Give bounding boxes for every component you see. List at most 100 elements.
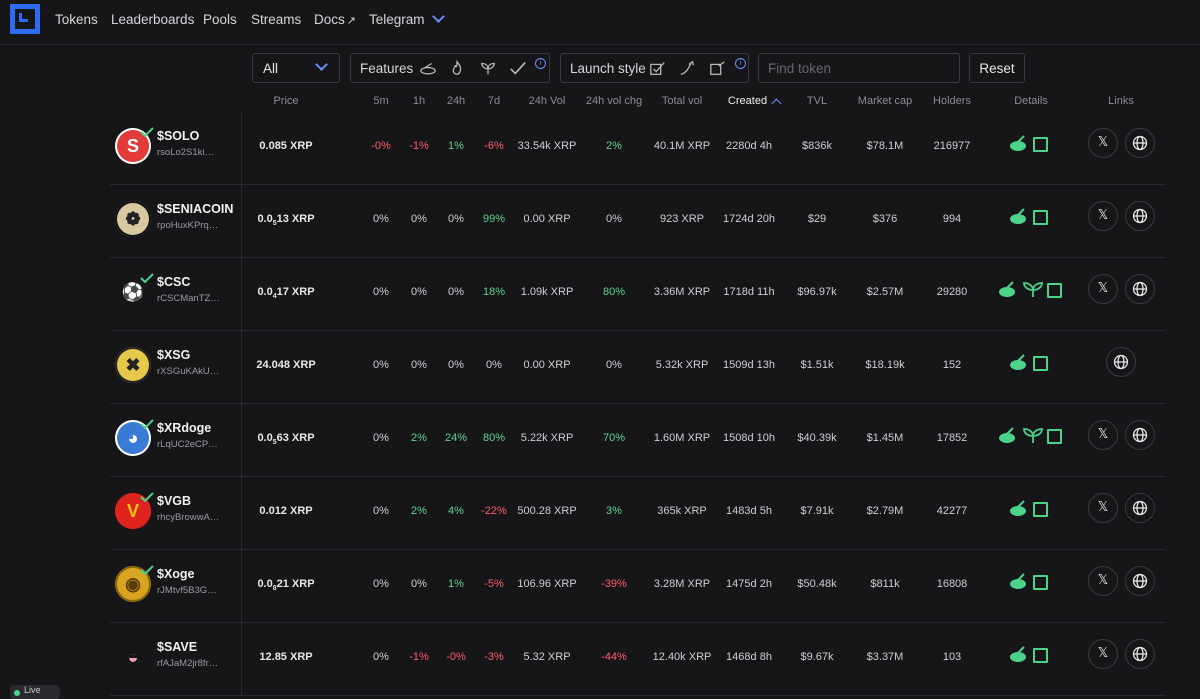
col-market-cap[interactable]: Market cap <box>858 95 912 107</box>
change-7d: 80% <box>482 432 506 444</box>
launch-curve-icon[interactable] <box>679 60 697 76</box>
holders-count: 103 <box>942 651 962 663</box>
token-name[interactable]: $SENIACOIN <box>157 202 233 216</box>
table-row[interactable]: ✖ $XSG rXSGuKAkU… 24.048 XRP 0% 0% 0% 0% 0% 0.00 … <box>110 331 1166 404</box>
token-address: rJMtvf5B3G… <box>157 585 217 596</box>
x-link-button[interactable]: 𝕏 <box>1088 493 1118 523</box>
chevron-down-icon <box>315 58 328 71</box>
col-price[interactable]: Price <box>273 95 298 107</box>
verified-check-icon[interactable] <box>509 60 527 76</box>
col-7d[interactable]: 7d <box>488 95 500 107</box>
website-link-button[interactable] <box>1125 128 1155 158</box>
sprout-icon[interactable] <box>479 60 497 76</box>
token-cell[interactable]: ◕ $XRdoge rLqUC2eCP… <box>110 404 241 476</box>
launch-instant-icon <box>1033 575 1048 590</box>
reset-button[interactable]: Reset <box>969 53 1025 83</box>
table-row[interactable]: ◉ $Xoge rJMtvf5B3G… 0.0821 XRP 0% 0% 1% -5% -39%… <box>110 550 1166 623</box>
nav-tokens[interactable]: Tokens <box>55 12 98 27</box>
token-name[interactable]: $SOLO <box>157 129 199 143</box>
volume-24h: 5.22k XRP <box>520 432 574 444</box>
price-value: 0.012 XRP <box>259 505 313 517</box>
status-badge: Live <box>10 685 60 699</box>
created-age: 1508d 10h <box>723 432 775 444</box>
table-row[interactable]: ◕ $XRdoge rLqUC2eCP… 0.0563 XRP 0% 2% 24% 80% 70… <box>110 404 1166 477</box>
token-name[interactable]: $Xoge <box>157 567 195 581</box>
token-cell[interactable]: ✖ $XSG rXSGuKAkU… <box>110 331 241 403</box>
table-row[interactable]: ❁ $SENIACOIN rpoHuxKPrq… 0.0513 XRP 0% 0% 0% 99… <box>110 185 1166 258</box>
search-input[interactable] <box>759 54 959 82</box>
x-link-button[interactable]: 𝕏 <box>1088 201 1118 231</box>
x-link-button[interactable]: 𝕏 <box>1088 566 1118 596</box>
volume-24h: 33.54k XRP <box>517 140 577 152</box>
change-7d: 99% <box>482 213 506 225</box>
token-address: rhcyBrowwA… <box>157 512 220 523</box>
tvl-value: $1.51k <box>800 359 834 371</box>
info-icon[interactable]: i <box>735 58 746 69</box>
website-link-button[interactable] <box>1125 201 1155 231</box>
token-cell[interactable]: ◒ $SAVE rfAJaM2jr8fr… <box>110 623 241 695</box>
price-value: 0.0821 XRP <box>257 578 314 592</box>
token-cell[interactable]: ❁ $SENIACOIN rpoHuxKPrq… <box>110 185 241 257</box>
table-row[interactable]: ◒ $SAVE rfAJaM2jr8fr… 12.85 XRP 0% -1% -0% -3% -… <box>110 623 1166 696</box>
globe-icon <box>1126 421 1154 452</box>
website-link-button[interactable] <box>1106 347 1136 377</box>
website-link-button[interactable] <box>1125 566 1155 596</box>
nav-pools[interactable]: Pools <box>203 12 237 27</box>
col-created[interactable]: Created <box>728 95 782 109</box>
col-24h[interactable]: 24h <box>447 95 465 107</box>
token-name[interactable]: $SAVE <box>157 640 197 654</box>
table-row[interactable]: S $SOLO rsoLo2S1ki… 0.085 XRP -0% -1% 1% -6% 2% 3… <box>110 112 1166 185</box>
tvl-value: $40.39k <box>797 432 837 444</box>
token-cell[interactable]: ◉ $Xoge rJMtvf5B3G… <box>110 550 241 622</box>
website-link-button[interactable] <box>1125 493 1155 523</box>
token-address: rLqUC2eCP… <box>157 439 218 450</box>
token-cell[interactable]: V $VGB rhcyBrowwA… <box>110 477 241 549</box>
x-link-button[interactable]: 𝕏 <box>1088 128 1118 158</box>
token-name[interactable]: $VGB <box>157 494 191 508</box>
launch-presale-icon[interactable] <box>709 60 727 76</box>
category-select[interactable]: All <box>252 53 340 83</box>
col-tvl[interactable]: TVL <box>807 95 827 107</box>
nav-telegram[interactable]: Telegram <box>369 10 445 27</box>
nav-docs[interactable]: Docs ↗ <box>314 12 356 27</box>
token-cell[interactable]: S $SOLO rsoLo2S1ki… <box>110 112 241 184</box>
x-link-button[interactable]: 𝕏 <box>1088 274 1118 304</box>
globe-icon <box>1126 275 1154 306</box>
pot-icon <box>1009 572 1029 593</box>
volume-24h: 0.00 XRP <box>523 213 571 225</box>
pot-icon[interactable] <box>419 60 437 76</box>
table-row[interactable]: ⚽ $CSC rCSCManTZ… 0.0417 XRP 0% 0% 0% 18% 80% 1.0… <box>110 258 1166 331</box>
logo-icon[interactable] <box>10 4 40 34</box>
col-holders[interactable]: Holders <box>933 95 971 107</box>
col-1h[interactable]: 1h <box>413 95 425 107</box>
flame-icon[interactable] <box>448 60 466 76</box>
market-cap: $2.57M <box>866 286 904 298</box>
change-1h: -1% <box>409 651 429 663</box>
price-prefix: 0.0 <box>257 432 273 444</box>
price-suffix: 13 XRP <box>276 213 315 225</box>
launch-instant-icon[interactable] <box>649 60 667 76</box>
table-row[interactable]: V $VGB rhcyBrowwA… 0.012 XRP 0% 2% 4% -22% 3% 500… <box>110 477 1166 550</box>
website-link-button[interactable] <box>1125 274 1155 304</box>
launch-instant-icon <box>1033 137 1048 152</box>
col-total-vol[interactable]: Total vol <box>662 95 702 107</box>
token-cell[interactable]: ⚽ $CSC rCSCManTZ… <box>110 258 241 330</box>
price-value: 0.0417 XRP <box>257 286 314 300</box>
nav-leaderboards[interactable]: Leaderboards <box>111 12 194 27</box>
col-24h-vol-chg[interactable]: 24h vol chg <box>586 95 642 107</box>
token-name[interactable]: $XSG <box>157 348 190 362</box>
globe-icon <box>1126 567 1154 598</box>
created-age: 1475d 2h <box>726 578 772 590</box>
token-name[interactable]: $XRdoge <box>157 421 211 435</box>
tvl-value: $96.97k <box>797 286 837 298</box>
website-link-button[interactable] <box>1125 639 1155 669</box>
col-24h-vol[interactable]: 24h Vol <box>529 95 566 107</box>
token-name[interactable]: $CSC <box>157 275 190 289</box>
x-link-button[interactable]: 𝕏 <box>1088 639 1118 669</box>
nav-streams[interactable]: Streams <box>251 12 301 27</box>
website-link-button[interactable] <box>1125 420 1155 450</box>
col-5m[interactable]: 5m <box>373 95 388 107</box>
change-5m: 0% <box>373 359 389 371</box>
info-icon[interactable]: i <box>535 58 546 69</box>
x-link-button[interactable]: 𝕏 <box>1088 420 1118 450</box>
